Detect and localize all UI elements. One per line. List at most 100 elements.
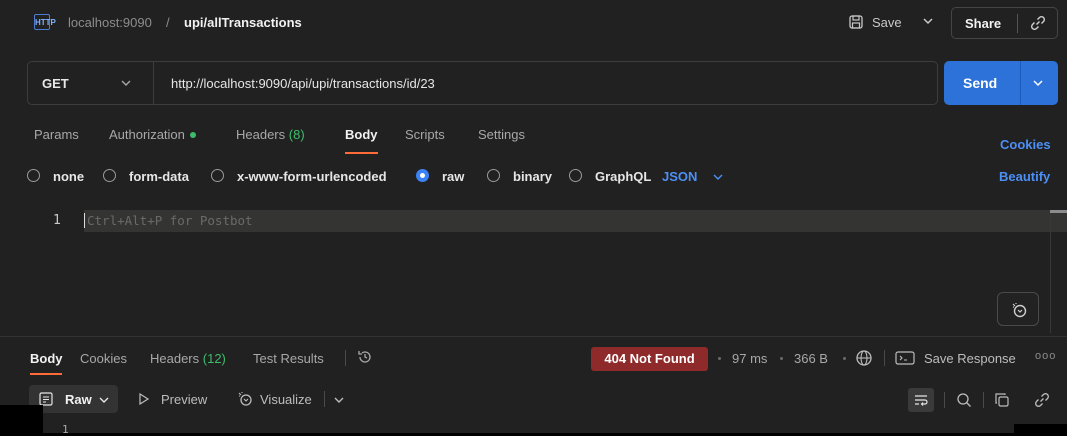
copy-icon[interactable] bbox=[994, 392, 1010, 408]
resp-tab-headers-label: Headers bbox=[150, 351, 200, 366]
url-bar: GET http://localhost:9090/api/upi/transa… bbox=[27, 61, 938, 105]
tab-authorization[interactable]: Authorization bbox=[109, 127, 196, 142]
http-request-icon: HTTP bbox=[34, 14, 56, 30]
tab-params[interactable]: Params bbox=[34, 127, 79, 142]
editor-scrollbar[interactable] bbox=[1050, 213, 1051, 333]
headers-count: (8) bbox=[288, 127, 305, 142]
share-button[interactable]: Share bbox=[951, 7, 1058, 39]
share-divider bbox=[1017, 14, 1018, 33]
response-line-number: 1 bbox=[62, 423, 69, 436]
title-bar: HTTP localhost:9090 / upi/allTransaction… bbox=[0, 0, 1067, 48]
radio-none[interactable] bbox=[27, 169, 40, 182]
radio-binary-label[interactable]: binary bbox=[513, 169, 552, 184]
wrap-icon bbox=[915, 395, 928, 406]
meta-separator-dot bbox=[843, 357, 846, 360]
resp-tab-headers[interactable]: Headers (12) bbox=[150, 351, 226, 366]
postbot-icon bbox=[1012, 303, 1027, 318]
preview-button[interactable]: Preview bbox=[161, 392, 207, 407]
send-divider bbox=[1020, 61, 1021, 105]
save-label: Save bbox=[872, 15, 902, 30]
tab-headers[interactable]: Headers (8) bbox=[236, 127, 305, 142]
tab-authorization-label: Authorization bbox=[109, 127, 185, 142]
radio-urlencoded-label[interactable]: x-www-form-urlencoded bbox=[237, 169, 387, 184]
history-icon[interactable] bbox=[356, 348, 374, 366]
chevron-down-icon[interactable] bbox=[121, 78, 131, 88]
editor-placeholder: Ctrl+Alt+P for Postbot bbox=[87, 213, 253, 228]
radio-none-label[interactable]: none bbox=[53, 169, 84, 184]
separator bbox=[345, 350, 346, 366]
more-options-icon[interactable]: ooo bbox=[1035, 350, 1056, 362]
tab-scripts[interactable]: Scripts bbox=[405, 127, 445, 142]
editor-scroll-thumb[interactable] bbox=[1050, 210, 1067, 213]
meta-separator-dot bbox=[718, 357, 721, 360]
body-type-selector: none form-data x-www-form-urlencoded raw… bbox=[0, 164, 1067, 188]
radio-form-data-label[interactable]: form-data bbox=[129, 169, 189, 184]
radio-raw[interactable] bbox=[416, 169, 429, 182]
postman-window: HTTP localhost:9090 / upi/allTransaction… bbox=[0, 0, 1067, 436]
radio-graphql[interactable] bbox=[569, 169, 582, 182]
separator bbox=[324, 391, 325, 407]
globe-icon[interactable] bbox=[855, 349, 873, 367]
postbot-button[interactable] bbox=[997, 292, 1039, 326]
radio-binary[interactable] bbox=[487, 169, 500, 182]
send-label: Send bbox=[963, 75, 998, 91]
format-select[interactable]: JSON bbox=[662, 169, 697, 184]
radio-raw-label[interactable]: raw bbox=[442, 169, 464, 184]
tab-headers-label: Headers bbox=[236, 127, 286, 142]
separator bbox=[884, 350, 885, 366]
radio-form-data[interactable] bbox=[103, 169, 116, 182]
active-tab-indicator bbox=[345, 152, 378, 154]
visualize-button[interactable]: Visualize bbox=[260, 392, 312, 407]
visualize-icon bbox=[238, 392, 252, 406]
wrap-lines-button[interactable] bbox=[908, 388, 934, 412]
chevron-down-icon bbox=[99, 397, 109, 403]
response-size[interactable]: 366 B bbox=[794, 351, 828, 366]
save-button[interactable]: Save bbox=[843, 7, 943, 39]
url-separator bbox=[153, 62, 154, 104]
window-corner bbox=[0, 405, 43, 433]
method-select[interactable]: GET bbox=[42, 76, 69, 91]
beautify-link[interactable]: Beautify bbox=[999, 169, 1050, 184]
radio-urlencoded[interactable] bbox=[211, 169, 224, 182]
resp-headers-count: (12) bbox=[202, 351, 226, 366]
response-time[interactable]: 97 ms bbox=[732, 351, 767, 366]
chevron-down-icon[interactable] bbox=[334, 395, 344, 405]
breadcrumb-separator: / bbox=[166, 15, 170, 30]
cookies-link[interactable]: Cookies bbox=[1000, 137, 1051, 152]
link-icon[interactable] bbox=[1030, 15, 1046, 31]
tab-body[interactable]: Body bbox=[345, 127, 378, 142]
body-editor[interactable]: 1 Ctrl+Alt+P for Postbot bbox=[0, 205, 1067, 333]
send-button[interactable]: Send bbox=[944, 61, 1058, 105]
resp-tab-cookies[interactable]: Cookies bbox=[80, 351, 127, 366]
save-icon bbox=[849, 15, 863, 29]
share-label: Share bbox=[965, 16, 1002, 31]
request-tabs: Params Authorization Headers (8) Body Sc… bbox=[0, 124, 1067, 154]
raw-label: Raw bbox=[65, 392, 92, 407]
response-divider[interactable] bbox=[0, 336, 1067, 337]
tab-settings[interactable]: Settings bbox=[478, 127, 525, 142]
save-response-icon bbox=[895, 351, 915, 365]
raw-format-icon bbox=[39, 392, 53, 406]
text-caret bbox=[84, 213, 85, 228]
play-icon bbox=[139, 393, 150, 405]
request-name[interactable]: upi/allTransactions bbox=[184, 15, 302, 30]
url-input[interactable]: http://localhost:9090/api/upi/transactio… bbox=[171, 76, 435, 91]
response-body[interactable] bbox=[43, 419, 1067, 433]
auth-status-dot bbox=[189, 132, 196, 138]
chevron-down-icon[interactable] bbox=[1033, 78, 1043, 88]
resp-tab-test-results[interactable]: Test Results bbox=[253, 351, 324, 366]
meta-separator-dot bbox=[780, 357, 783, 360]
breadcrumb-host[interactable]: localhost:9090 bbox=[68, 15, 152, 30]
chevron-down-icon[interactable] bbox=[713, 172, 723, 182]
chevron-down-icon[interactable] bbox=[923, 16, 933, 26]
link-icon[interactable] bbox=[1034, 392, 1050, 408]
line-number: 1 bbox=[53, 213, 61, 228]
status-badge[interactable]: 404 Not Found bbox=[591, 347, 708, 371]
separator bbox=[983, 392, 984, 408]
resp-tab-body[interactable]: Body bbox=[30, 351, 63, 366]
save-response-button[interactable]: Save Response bbox=[924, 351, 1016, 366]
active-response-tab-indicator bbox=[30, 373, 62, 375]
radio-graphql-label[interactable]: GraphQL bbox=[595, 169, 651, 184]
window-corner bbox=[1014, 424, 1067, 433]
search-icon[interactable] bbox=[956, 392, 972, 408]
